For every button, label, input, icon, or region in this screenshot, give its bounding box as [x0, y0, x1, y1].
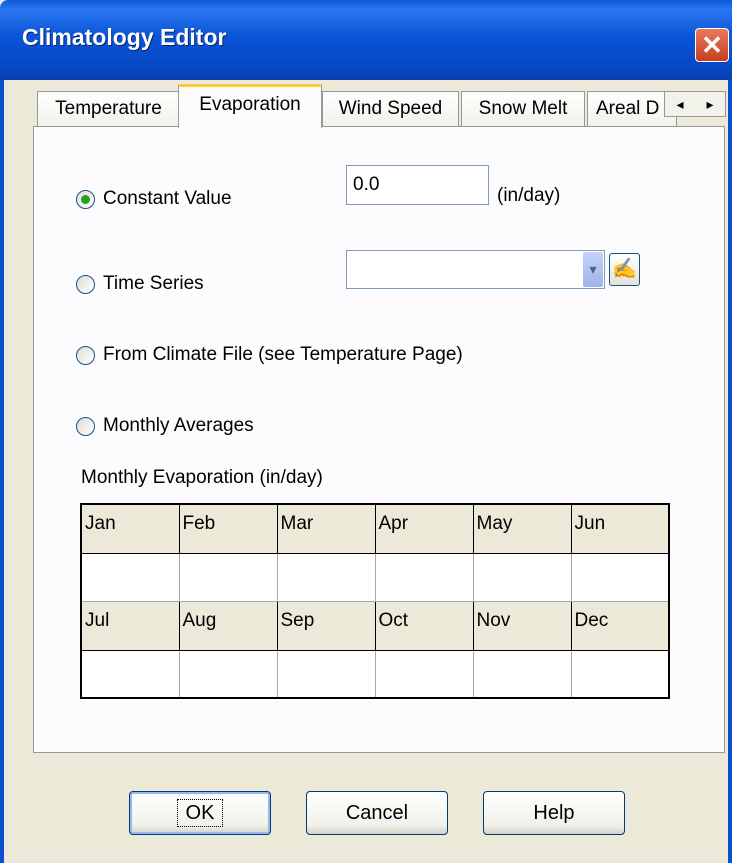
evaporation-panel: Constant Value (in/day) Time Series ▾ ✍ …: [33, 126, 725, 753]
radio-time-series[interactable]: [76, 274, 95, 294]
table-value-row: [80, 552, 670, 602]
window-title: Climatology Editor: [22, 24, 227, 50]
table-value-row: [80, 649, 670, 699]
constant-value-unit: (in/day): [497, 185, 561, 206]
cancel-button[interactable]: Cancel: [306, 791, 448, 835]
edit-time-series-button[interactable]: ✍: [609, 253, 640, 286]
header-may: May: [472, 503, 572, 554]
header-jun: Jun: [570, 503, 670, 554]
cell-feb[interactable]: [178, 552, 278, 602]
radio-time-series-label: Time Series: [103, 273, 204, 294]
tab-scroll-buttons: ◂ ▸: [664, 91, 726, 117]
radio-constant-value[interactable]: [76, 189, 95, 209]
radio-time-series-row[interactable]: Time Series: [76, 273, 204, 295]
title-bar: Climatology Editor ✕: [0, 0, 732, 80]
help-button[interactable]: Help: [483, 791, 625, 835]
ok-button-label: OK: [176, 799, 224, 827]
table-header-row: Jan Feb Mar Apr May Jun: [80, 503, 670, 554]
header-dec: Dec: [570, 600, 670, 651]
tab-temperature[interactable]: Temperature: [37, 91, 180, 126]
radio-climate-file-label: From Climate File (see Temperature Page): [103, 344, 463, 365]
window-frame-left: [0, 80, 4, 863]
header-nov: Nov: [472, 600, 572, 651]
header-sep: Sep: [276, 600, 376, 651]
radio-constant-value-label: Constant Value: [103, 188, 232, 209]
cell-dec[interactable]: [570, 649, 670, 699]
cell-jul[interactable]: [80, 649, 180, 699]
help-button-label: Help: [533, 802, 575, 824]
cancel-button-label: Cancel: [345, 802, 409, 824]
header-jan: Jan: [80, 503, 180, 554]
cell-nov[interactable]: [472, 649, 572, 699]
header-feb: Feb: [178, 503, 278, 554]
close-button[interactable]: ✕: [695, 28, 729, 62]
cell-jan[interactable]: [80, 552, 180, 602]
cell-jun[interactable]: [570, 552, 670, 602]
radio-climate-file-row[interactable]: From Climate File (see Temperature Page): [76, 344, 463, 366]
cell-apr[interactable]: [374, 552, 474, 602]
header-aug: Aug: [178, 600, 278, 651]
constant-value-input[interactable]: [346, 165, 489, 205]
time-series-dropdown[interactable]: ▾: [346, 250, 605, 289]
cell-mar[interactable]: [276, 552, 376, 602]
cell-may[interactable]: [472, 552, 572, 602]
header-jul: Jul: [80, 600, 180, 651]
table-header-row: Jul Aug Sep Oct Nov Dec: [80, 600, 670, 651]
scroll-left-icon[interactable]: ◂: [676, 96, 683, 113]
radio-climate-file[interactable]: [76, 345, 95, 365]
header-oct: Oct: [374, 600, 474, 651]
cell-sep[interactable]: [276, 649, 376, 699]
monthly-table-label: Monthly Evaporation (in/day): [81, 467, 323, 488]
monthly-evaporation-table: Jan Feb Mar Apr May Jun Jul Aug Sep Oct …: [80, 503, 670, 699]
ok-button[interactable]: OK: [129, 791, 271, 835]
cell-oct[interactable]: [374, 649, 474, 699]
cell-aug[interactable]: [178, 649, 278, 699]
edit-pencil-icon: ✍: [612, 258, 637, 280]
scroll-right-icon[interactable]: ▸: [706, 96, 713, 113]
radio-monthly-averages[interactable]: [76, 416, 95, 436]
tab-wind-speed[interactable]: Wind Speed: [322, 91, 459, 126]
header-apr: Apr: [374, 503, 474, 554]
close-icon: ✕: [701, 30, 723, 60]
chevron-down-icon[interactable]: ▾: [583, 252, 603, 287]
window-frame-right: [728, 80, 732, 863]
radio-constant-value-row[interactable]: Constant Value: [76, 188, 232, 210]
tab-snow-melt[interactable]: Snow Melt: [461, 91, 585, 126]
radio-monthly-averages-row[interactable]: Monthly Averages: [76, 415, 254, 437]
tab-evaporation[interactable]: Evaporation: [178, 84, 322, 128]
radio-monthly-averages-label: Monthly Averages: [103, 415, 254, 436]
header-mar: Mar: [276, 503, 376, 554]
